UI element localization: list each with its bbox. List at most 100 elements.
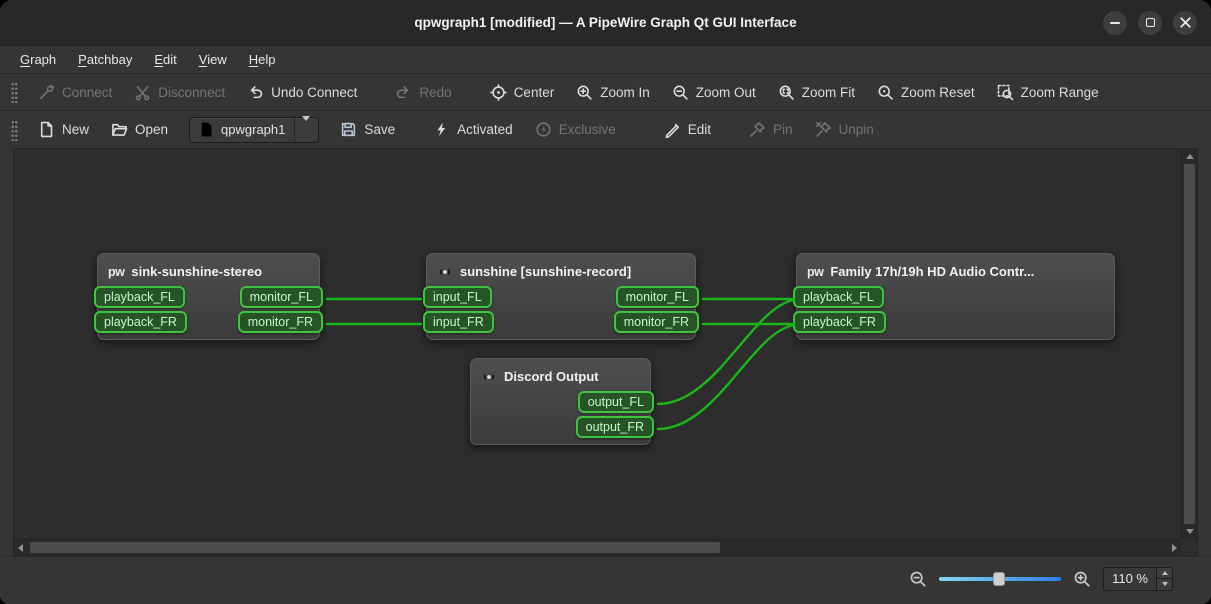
connections-layer <box>14 149 1181 539</box>
unpin-label: Unpin <box>839 122 874 137</box>
port-sink-monitor-fr[interactable]: monitor_FR <box>238 311 323 333</box>
zoom-out-icon[interactable] <box>909 570 927 588</box>
zoom-reset-label: Zoom Reset <box>901 85 975 100</box>
audio-app-icon <box>437 264 453 280</box>
vertical-scrollbar[interactable] <box>1181 149 1197 539</box>
center-button[interactable]: Center <box>479 79 566 106</box>
port-sink-playback-fl[interactable]: playback_FL <box>94 286 185 308</box>
scroll-up-arrow[interactable] <box>1186 154 1194 159</box>
port-family-playback-fl[interactable]: playback_FL <box>793 286 884 308</box>
menu-view[interactable]: View <box>189 49 237 70</box>
new-label: New <box>62 122 89 137</box>
center-icon <box>490 84 507 101</box>
pin-icon <box>749 121 766 138</box>
zoom-out-icon <box>672 84 689 101</box>
chevron-down-icon <box>302 116 310 138</box>
node-header: Discord Output <box>471 359 650 391</box>
node-title-text: sink-sunshine-stereo <box>131 264 262 279</box>
close-button[interactable] <box>1173 11 1197 35</box>
redo-button[interactable]: Redo <box>384 79 462 106</box>
node-sink-sunshine-stereo[interactable]: pw sink-sunshine-stereo playback_FL moni… <box>97 253 320 340</box>
zoom-slider[interactable] <box>939 570 1061 588</box>
pin-button[interactable]: Pin <box>738 116 804 143</box>
zoom-range-label: Zoom Range <box>1021 85 1099 100</box>
center-label: Center <box>514 85 555 100</box>
port-sunshine-monitor-fr[interactable]: monitor_FR <box>614 311 699 333</box>
undo-connect-label: Undo Connect <box>271 85 357 100</box>
open-folder-icon <box>111 121 128 138</box>
menu-help[interactable]: Help <box>239 49 286 70</box>
connect-button[interactable]: Connect <box>27 79 123 106</box>
horizontal-scrollbar-thumb[interactable] <box>30 542 720 553</box>
minimize-button[interactable] <box>1103 11 1127 35</box>
zoom-fit-label: Zoom Fit <box>802 85 855 100</box>
edit-toggle[interactable]: Edit <box>653 116 722 143</box>
undo-icon <box>247 84 264 101</box>
patchbay-selector-dropdown[interactable] <box>294 116 313 144</box>
pin-label: Pin <box>773 122 793 137</box>
node-discord-output[interactable]: Discord Output output_FL output_FR <box>470 358 651 445</box>
zoom-reset-button[interactable]: Zoom Reset <box>866 79 986 106</box>
maximize-button[interactable] <box>1138 11 1162 35</box>
port-sunshine-monitor-fl[interactable]: monitor_FL <box>616 286 699 308</box>
new-patchbay-button[interactable]: New <box>27 116 100 143</box>
titlebar[interactable]: qpwgraph1 [modified] — A PipeWire Graph … <box>0 0 1211 46</box>
zoom-reset-icon <box>877 84 894 101</box>
undo-connect-button[interactable]: Undo Connect <box>236 79 368 106</box>
save-patchbay-button[interactable]: Save <box>329 116 406 143</box>
redo-label: Redo <box>419 85 451 100</box>
scroll-down-arrow[interactable] <box>1186 529 1194 534</box>
zoom-slider-handle[interactable] <box>993 572 1005 586</box>
window-title: qpwgraph1 [modified] — A PipeWire Graph … <box>414 15 796 30</box>
pipewire-icon: pw <box>108 265 124 279</box>
node-header: sunshine [sunshine-record] <box>427 254 695 286</box>
menu-graph[interactable]: Graph <box>10 49 66 70</box>
port-family-playback-fr[interactable]: playback_FR <box>793 311 886 333</box>
zoom-out-button[interactable]: Zoom Out <box>661 79 767 106</box>
zoom-spinbox[interactable]: 110 % <box>1103 567 1173 591</box>
node-family-hd-audio[interactable]: pw Family 17h/19h HD Audio Contr... play… <box>796 253 1115 340</box>
activated-toggle[interactable]: Activated <box>422 116 524 143</box>
menu-edit[interactable]: Edit <box>144 49 186 70</box>
redo-icon <box>395 84 412 101</box>
zoom-in-button[interactable]: Zoom In <box>565 79 661 106</box>
toolbar-drag-handle[interactable] <box>11 81 18 103</box>
port-discord-output-fl[interactable]: output_FL <box>578 391 654 413</box>
zoom-in-icon[interactable] <box>1073 570 1091 588</box>
zoom-in-label: Zoom In <box>600 85 650 100</box>
port-sink-playback-fr[interactable]: playback_FR <box>94 311 187 333</box>
horizontal-scrollbar[interactable] <box>14 539 1181 555</box>
zoom-spin-up[interactable] <box>1157 568 1172 579</box>
zoom-spin-down[interactable] <box>1157 578 1172 590</box>
zoom-value[interactable]: 110 % <box>1104 568 1156 590</box>
graph-view-container: pw sink-sunshine-stereo playback_FL moni… <box>0 148 1211 556</box>
patchbay-selector[interactable]: qpwgraph1 <box>189 117 319 143</box>
edit-label: Edit <box>688 122 711 137</box>
node-sunshine[interactable]: sunshine [sunshine-record] input_FL moni… <box>426 253 696 340</box>
disconnect-button[interactable]: Disconnect <box>123 79 236 106</box>
graph-canvas[interactable]: pw sink-sunshine-stereo playback_FL moni… <box>14 149 1181 539</box>
vertical-scrollbar-thumb[interactable] <box>1184 164 1195 524</box>
port-sink-monitor-fl[interactable]: monitor_FL <box>240 286 323 308</box>
statusbar: 110 % <box>0 556 1211 604</box>
port-discord-output-fr[interactable]: output_FR <box>576 416 654 438</box>
exclusive-toggle[interactable]: Exclusive <box>524 116 627 143</box>
unpin-button[interactable]: Unpin <box>804 116 885 143</box>
scroll-left-arrow[interactable] <box>18 544 23 552</box>
zoom-fit-button[interactable]: Zoom Fit <box>767 79 866 106</box>
connection-discord-output-fr-to-family-playback-fr[interactable] <box>658 325 794 429</box>
connect-label: Connect <box>62 85 112 100</box>
zoom-spin-buttons <box>1156 568 1172 590</box>
menu-patchbay[interactable]: Patchbay <box>68 49 142 70</box>
port-sunshine-input-fr[interactable]: input_FR <box>423 311 494 333</box>
port-sunshine-input-fl[interactable]: input_FL <box>423 286 492 308</box>
open-patchbay-button[interactable]: Open <box>100 116 179 143</box>
scroll-right-arrow[interactable] <box>1172 544 1177 552</box>
toolbar-drag-handle[interactable] <box>11 119 18 141</box>
new-file-icon <box>38 121 55 138</box>
zoom-in-icon <box>576 84 593 101</box>
zoom-range-icon <box>997 84 1014 101</box>
edit-pencil-icon <box>664 121 681 138</box>
zoom-range-button[interactable]: Zoom Range <box>986 79 1110 106</box>
patchbay-file-icon <box>198 121 215 138</box>
